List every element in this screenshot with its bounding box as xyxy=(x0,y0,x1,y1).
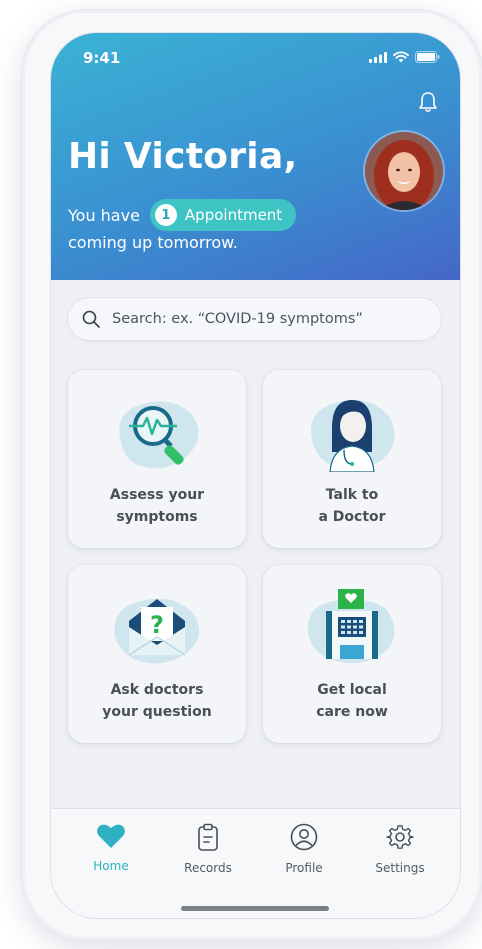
card-label-line1: Assess your xyxy=(109,487,205,503)
battery-icon xyxy=(415,51,440,63)
status-icons xyxy=(369,51,440,63)
card-label-line2: care now xyxy=(316,704,388,720)
nav-label: Settings xyxy=(375,861,425,875)
nav-item-home[interactable]: Home xyxy=(71,823,151,873)
nav-label: Profile xyxy=(285,861,323,875)
question-envelope-icon: ? xyxy=(114,598,200,664)
appointment-line: You have 1 Appointment xyxy=(68,199,297,231)
heart-icon xyxy=(97,824,125,848)
card-label-line2: a Doctor xyxy=(318,509,386,525)
greeting-title: Hi Victoria, xyxy=(68,136,298,177)
wifi-icon xyxy=(393,51,409,63)
search-input[interactable]: Search: ex. “COVID-19 symptoms” xyxy=(68,298,441,340)
appointment-count: 1 xyxy=(154,204,177,226)
nav-item-settings[interactable]: Settings xyxy=(360,823,440,875)
status-time: 9:41 xyxy=(83,49,121,67)
card-label-line1: Ask doctors xyxy=(110,682,204,698)
search-icon xyxy=(82,310,100,328)
header: 9:41 Hi Victoria, You have 1 Appointment… xyxy=(51,33,460,280)
gear-icon xyxy=(386,825,414,849)
card-label-line1: Talk to xyxy=(325,487,379,503)
appointment-subtext: coming up tomorrow. xyxy=(68,233,238,252)
bottom-nav: Home Records Profile Settings xyxy=(51,808,460,918)
talk-to-doctor-card[interactable]: Talk to a Doctor xyxy=(263,370,441,548)
card-label: Ask doctors your question xyxy=(68,679,246,723)
clipboard-icon xyxy=(198,823,218,851)
avatar-photo xyxy=(365,132,443,210)
svg-text:?: ? xyxy=(150,611,164,639)
signal-icon xyxy=(369,51,387,63)
nav-item-records[interactable]: Records xyxy=(168,823,248,875)
home-indicator xyxy=(181,906,329,911)
card-label-line2: your question xyxy=(102,704,212,720)
nav-label: Home xyxy=(93,859,129,873)
doctor-icon xyxy=(311,400,395,472)
user-icon xyxy=(290,823,318,851)
card-label: Talk to a Doctor xyxy=(263,484,441,528)
appointment-label: Appointment xyxy=(184,206,283,224)
appointment-badge[interactable]: 1 Appointment xyxy=(149,199,297,231)
avatar[interactable] xyxy=(365,132,443,210)
nav-item-profile[interactable]: Profile xyxy=(264,823,344,875)
assess-symptoms-card[interactable]: Assess your symptoms xyxy=(68,370,246,548)
magnifier-heartbeat-icon xyxy=(119,401,199,469)
bell-icon[interactable] xyxy=(418,91,438,113)
nav-label: Records xyxy=(184,861,232,875)
app-screen: 9:41 Hi Victoria, You have 1 Appointment… xyxy=(51,33,460,918)
card-label-line2: symptoms xyxy=(116,509,198,525)
hospital-building-icon xyxy=(307,589,395,664)
card-label: Assess your symptoms xyxy=(68,484,246,528)
appointment-prefix: You have xyxy=(68,205,140,225)
ask-doctors-card[interactable]: ? Ask doctors your question xyxy=(68,565,246,743)
local-care-card[interactable]: Get local care now xyxy=(263,565,441,743)
card-label: Get local care now xyxy=(263,679,441,723)
card-label-line1: Get local xyxy=(317,682,387,698)
search-placeholder: Search: ex. “COVID-19 symptoms” xyxy=(112,311,363,327)
